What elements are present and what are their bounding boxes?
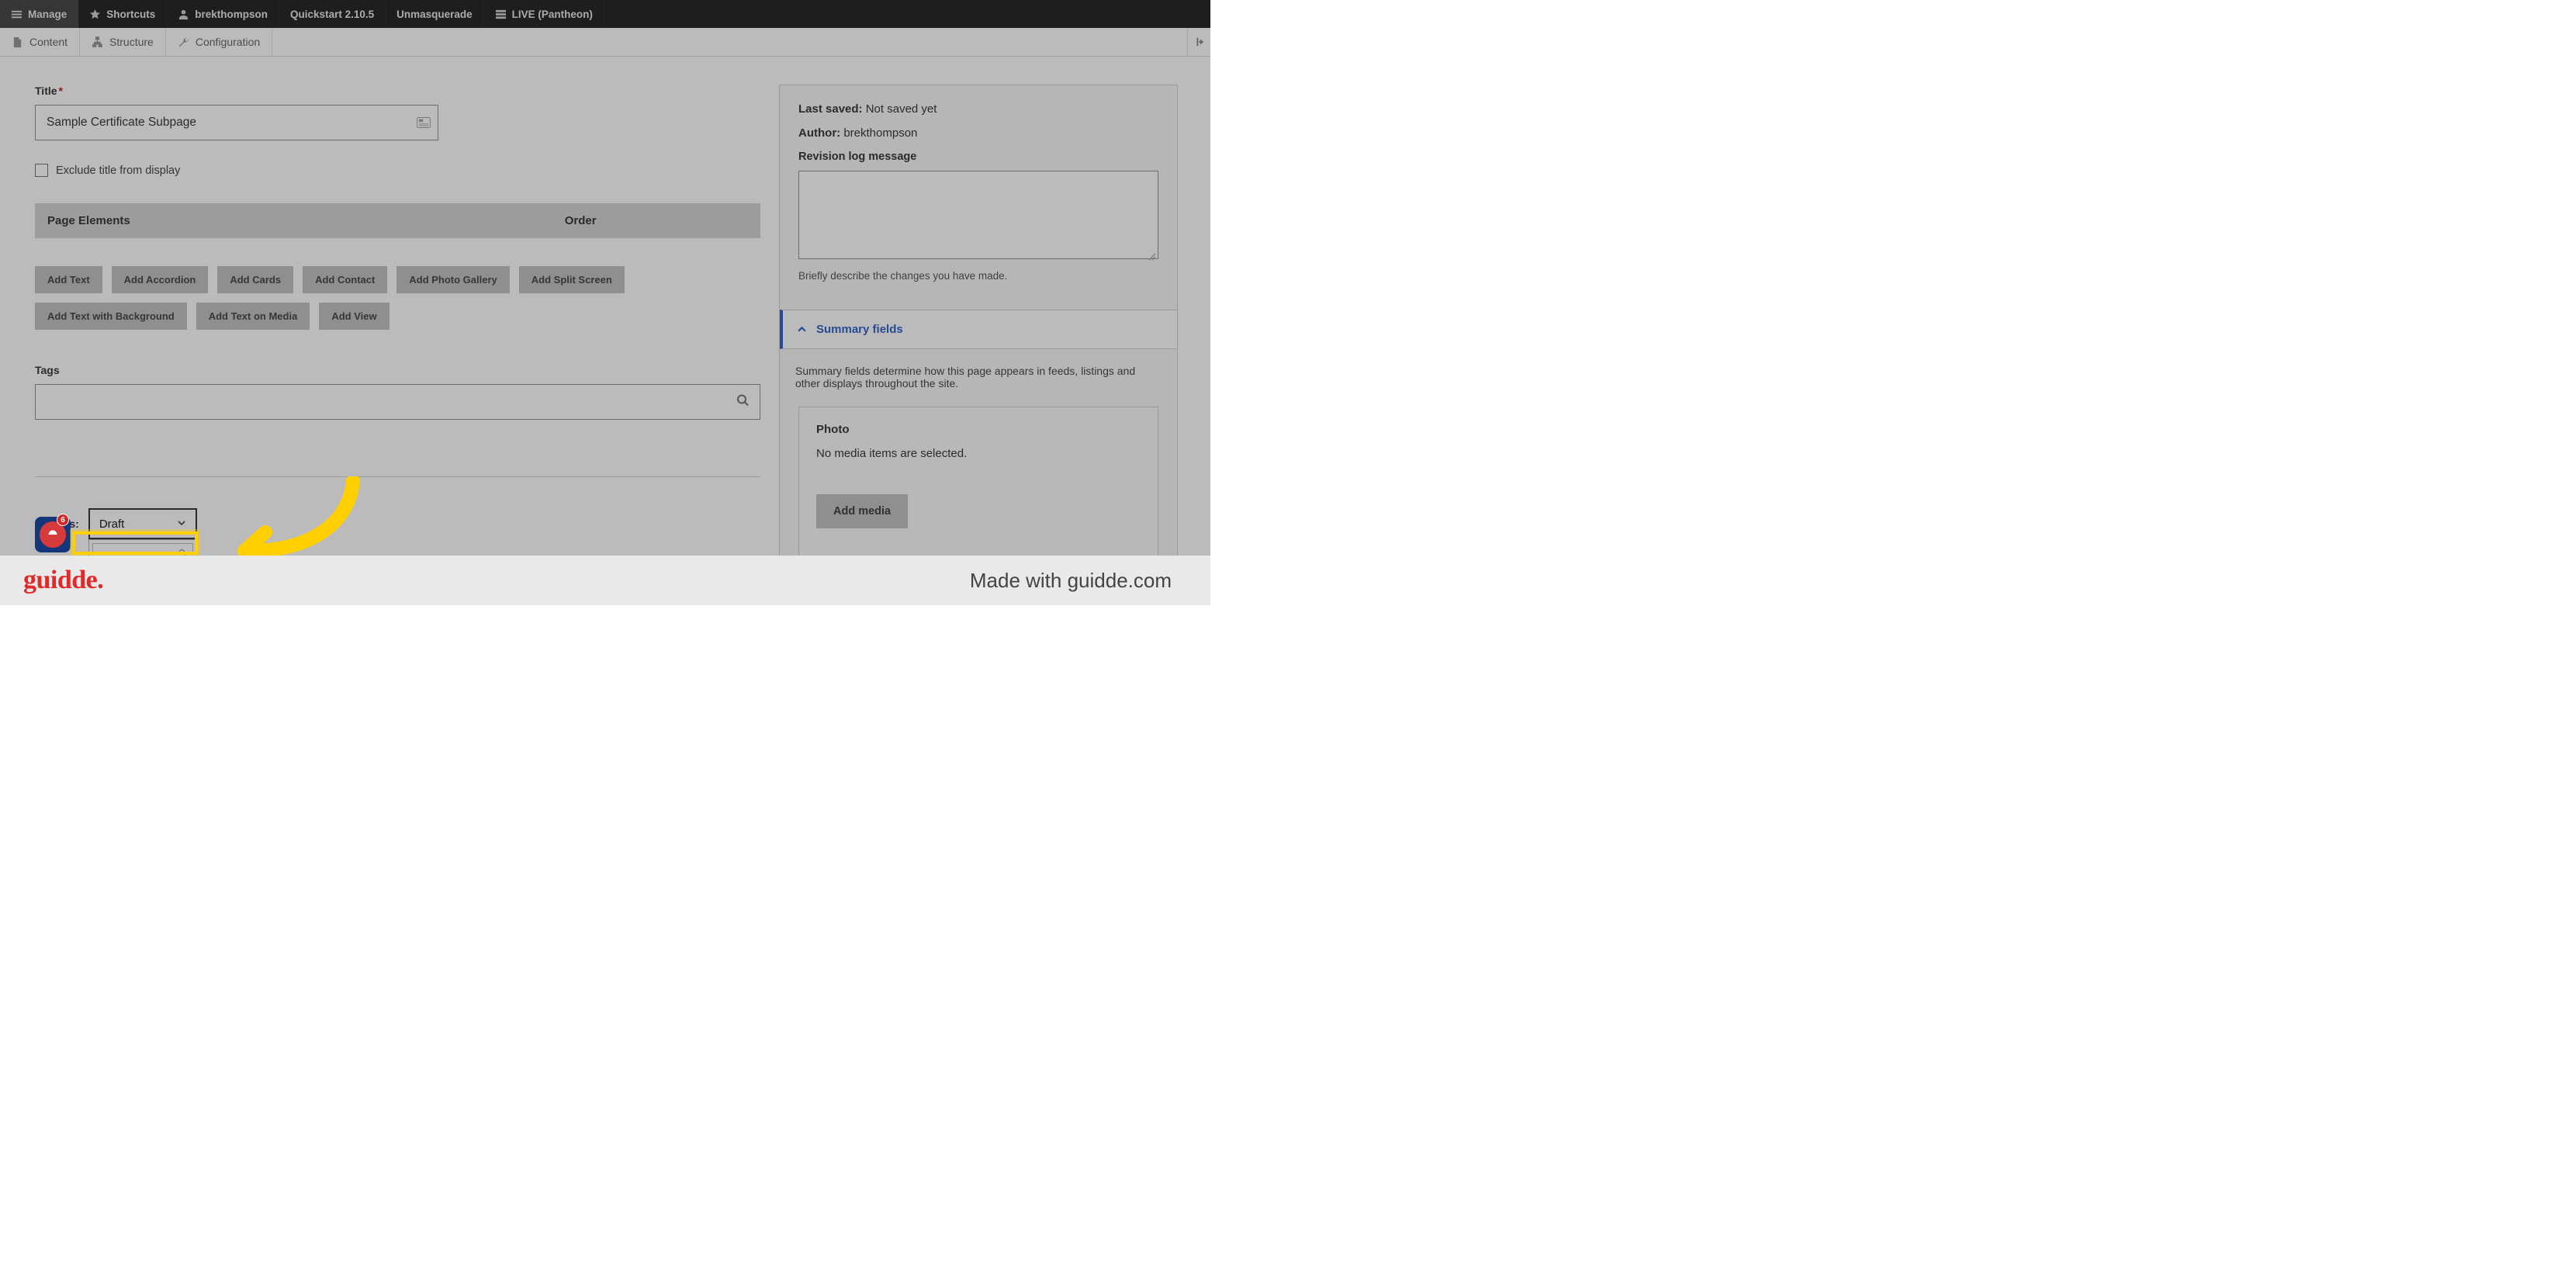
hierarchy-icon (92, 36, 103, 48)
add-contact-button[interactable]: Add Contact (303, 266, 387, 293)
page-elements-header: Page Elements Order (35, 203, 760, 238)
toolbar-live-label: LIVE (Pantheon) (512, 9, 593, 20)
guidde-logo: guidde. (23, 566, 103, 595)
toolbar-shortcuts-label: Shortcuts (106, 9, 155, 20)
toolbar-quickstart[interactable]: Quickstart 2.10.5 (279, 0, 386, 28)
divider (35, 476, 760, 477)
guidde-footer: guidde. Made with guidde.com (0, 556, 1210, 605)
last-saved: Last saved: Not saved yet (798, 102, 1158, 116)
user-icon (178, 9, 189, 20)
add-accordion-button[interactable]: Add Accordion (112, 266, 209, 293)
admin-toolbar: Manage Shortcuts brekthompson Quickstart… (0, 0, 1210, 28)
page-elements-label: Page Elements (47, 214, 130, 227)
summary-fields-section: Summary fields (780, 310, 1177, 349)
summary-fields-toggle[interactable]: Summary fields (797, 323, 1163, 336)
tags-input[interactable] (35, 384, 760, 420)
subbar-configuration-label: Configuration (196, 36, 260, 48)
photo-heading: Photo (816, 423, 1141, 436)
subbar-content-label: Content (29, 36, 68, 48)
add-text-media-button[interactable]: Add Text on Media (196, 303, 310, 330)
toolbar-user-label: brekthompson (195, 9, 268, 20)
toolbar-manage-label: Manage (28, 9, 67, 20)
toolbar-quickstart-label: Quickstart 2.10.5 (290, 9, 374, 20)
revision-label: Revision log message (798, 151, 1158, 163)
no-media-text: No media items are selected. (816, 447, 1141, 460)
file-icon (12, 36, 23, 48)
toolbar-unmasquerade[interactable]: Unmasquerade (386, 0, 484, 28)
title-input[interactable] (35, 105, 438, 140)
subbar-configuration[interactable]: Configuration (166, 28, 272, 56)
wrench-icon (178, 36, 189, 48)
add-text-background-button[interactable]: Add Text with Background (35, 303, 187, 330)
chevron-up-icon (797, 324, 807, 334)
toolbar-live[interactable]: LIVE (Pantheon) (484, 0, 604, 28)
hamburger-icon (11, 9, 23, 20)
add-photo-gallery-button[interactable]: Add Photo Gallery (396, 266, 509, 293)
order-label: Order (565, 214, 597, 227)
revision-textarea[interactable] (798, 171, 1158, 259)
server-icon (495, 9, 507, 20)
made-with-text: Made with guidde.com (970, 569, 1172, 593)
add-view-button[interactable]: Add View (319, 303, 389, 330)
subbar-structure-label: Structure (109, 36, 154, 48)
field-translate-icon (417, 117, 431, 128)
collapse-sidebar-button[interactable] (1187, 28, 1210, 56)
revision-hint: Briefly describe the changes you have ma… (798, 270, 1158, 282)
add-split-screen-button[interactable]: Add Split Screen (519, 266, 625, 293)
exclude-title-label: Exclude title from display (56, 164, 180, 177)
resize-handle-icon[interactable] (1147, 251, 1156, 260)
toolbar-user[interactable]: brekthompson (167, 0, 279, 28)
toolbar-unmasquerade-label: Unmasquerade (396, 9, 473, 20)
subbar-structure[interactable]: Structure (80, 28, 166, 56)
meta-panel: Last saved: Not saved yet Author: brekth… (779, 85, 1178, 600)
checkbox-icon (35, 164, 48, 177)
toolbar-manage[interactable]: Manage (0, 0, 78, 28)
star-icon (89, 9, 101, 20)
add-cards-button[interactable]: Add Cards (217, 266, 293, 293)
saveas-select[interactable]: Draft Draft Published (88, 508, 197, 539)
help-widget[interactable]: 6 (35, 517, 71, 552)
add-text-button[interactable]: Add Text (35, 266, 102, 293)
add-media-button[interactable]: Add media (816, 494, 908, 528)
toolbar-shortcuts[interactable]: Shortcuts (78, 0, 167, 28)
title-label: Title* (35, 85, 760, 97)
search-icon (736, 394, 749, 410)
exclude-title-checkbox[interactable]: Exclude title from display (35, 164, 760, 177)
summary-description: Summary fields determine how this page a… (794, 365, 1163, 390)
saveas-value: Draft (99, 518, 125, 531)
admin-subbar: Content Structure Configuration (0, 28, 1210, 57)
chevron-down-icon (177, 518, 186, 531)
author: Author: brekthompson (798, 126, 1158, 140)
tags-label: Tags (35, 364, 760, 376)
help-badge: 6 (57, 514, 69, 526)
subbar-content[interactable]: Content (0, 28, 80, 56)
